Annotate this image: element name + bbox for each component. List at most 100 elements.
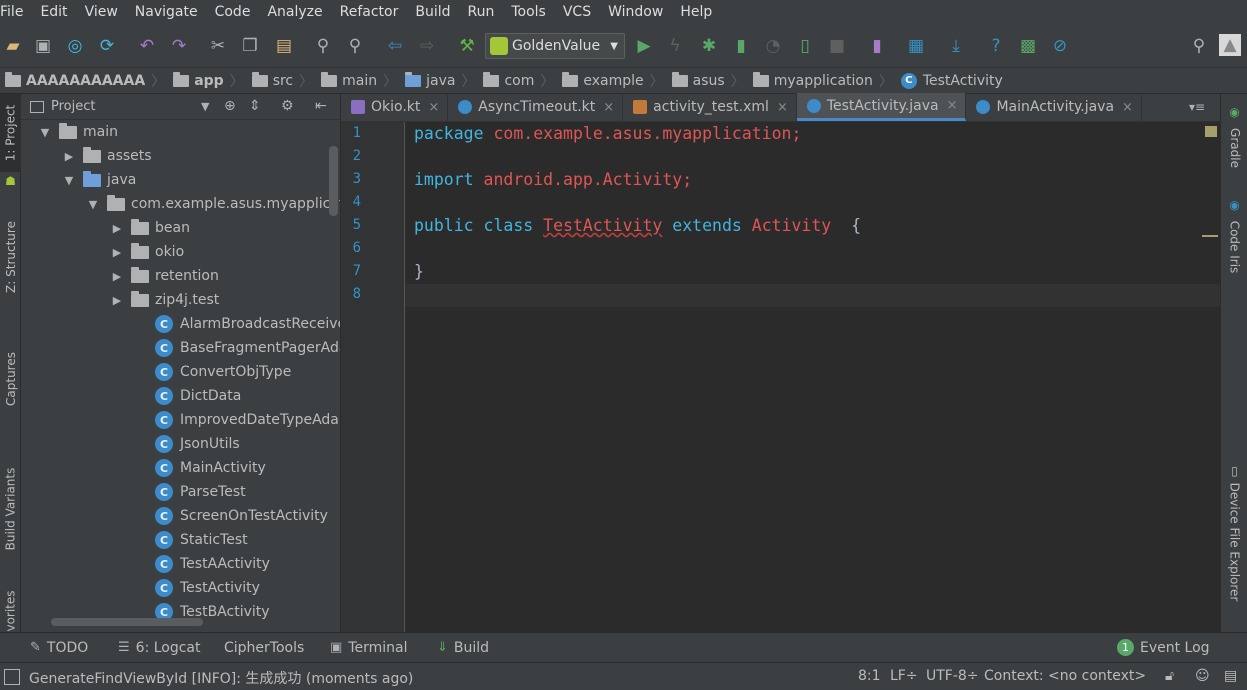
tree-folder-item[interactable]: ▶ okio — [21, 240, 184, 264]
status-message[interactable]: GenerateFindViewById [INFO]: 生成成功 (momen… — [29, 668, 413, 688]
tool-tab-structure[interactable]: Z: Structure — [0, 212, 21, 302]
inspection-status-icon[interactable] — [1205, 126, 1217, 137]
menu-navigate[interactable]: Navigate — [135, 4, 198, 20]
refresh-icon[interactable]: ⟳ — [95, 34, 119, 58]
chevron-right-icon[interactable]: ▶ — [111, 270, 123, 283]
avd-manager-icon[interactable]: ▮ — [865, 34, 889, 58]
tree-class-item[interactable]: C ConvertObjType — [21, 360, 291, 384]
close-icon[interactable]: × — [777, 100, 788, 115]
menu-code[interactable]: Code — [215, 4, 251, 20]
lock-icon[interactable]: 🔓︎ — [1165, 668, 1174, 684]
menu-build[interactable]: Build — [415, 4, 450, 20]
breadcrumb-com[interactable]: com 〉 — [483, 71, 562, 91]
chevron-right-icon[interactable]: ▶ — [63, 150, 75, 163]
open-folder-icon[interactable]: ▰ — [1, 34, 25, 58]
breadcrumb-asus[interactable]: asus 〉 — [671, 71, 753, 91]
tree-class-item[interactable]: C TestAActivity — [21, 552, 270, 576]
code-editor[interactable]: 1 2 3 4 5 6 7 8 package com.example.asus… — [341, 122, 1220, 632]
run-icon[interactable]: ▶ — [632, 34, 656, 58]
tab-asynctimeout-kt[interactable]: AsyncTimeout.kt × — [448, 93, 624, 121]
avatar-icon[interactable]: ▲ — [1219, 34, 1241, 56]
menu-edit[interactable]: Edit — [40, 4, 67, 20]
menu-vcs[interactable]: VCS — [563, 4, 591, 20]
inspector-icon[interactable]: ☺ — [1195, 668, 1210, 684]
breadcrumb-testactivity[interactable]: C TestActivity — [900, 72, 1003, 89]
gear-icon[interactable]: ⚙ — [281, 98, 294, 114]
menu-view[interactable]: View — [85, 4, 118, 20]
run-device-icon[interactable]: ▯ — [793, 34, 817, 58]
close-icon[interactable]: × — [428, 100, 439, 115]
menu-help[interactable]: Help — [680, 4, 712, 20]
sdk-manager-icon[interactable]: ⤓ — [944, 34, 968, 58]
cut-icon[interactable]: ✂ — [206, 34, 230, 58]
copy-icon[interactable]: ❐ — [238, 34, 262, 58]
tool-tab-device-file-explorer[interactable]: Device File Explorer — [1221, 482, 1247, 602]
tree-folder-item[interactable]: ▶ zip4j.test — [21, 288, 219, 312]
close-icon[interactable]: × — [603, 100, 614, 115]
tab-activity-test-xml[interactable]: activity_test.xml × — [623, 93, 797, 121]
apply-changes-icon[interactable]: ϟ — [663, 34, 687, 58]
menu-analyze[interactable]: Analyze — [267, 4, 322, 20]
scrollbar-vertical[interactable] — [329, 146, 338, 216]
paste-icon[interactable]: ▤ — [272, 34, 296, 58]
error-stripe-mark[interactable] — [1202, 235, 1218, 237]
menu-refactor[interactable]: Refactor — [340, 4, 399, 20]
tree-folder-item[interactable]: ▶ assets — [21, 144, 152, 168]
forward-icon[interactable]: ⇨ — [415, 34, 439, 58]
chevron-right-icon[interactable]: ▶ — [111, 222, 123, 235]
context-indicator[interactable]: Context: <no context> — [984, 668, 1146, 684]
run-config-select[interactable]: GoldenValue ▼ — [485, 33, 625, 59]
tab-testactivity-java[interactable]: TestActivity.java × — [796, 93, 967, 121]
locate-icon[interactable]: ⊕ — [224, 98, 236, 114]
breadcrumb-java[interactable]: java 〉 — [405, 71, 483, 91]
close-icon[interactable]: × — [947, 98, 958, 113]
tree-class-item[interactable]: C DictData — [21, 384, 241, 408]
build-hammer-icon[interactable]: ⚒ — [455, 34, 479, 58]
caret-position[interactable]: 8:1 — [858, 668, 881, 684]
tree-class-item[interactable]: C ImprovedDateTypeAdapte — [21, 408, 340, 432]
project-structure-icon[interactable]: ▦ — [904, 34, 928, 58]
tree-folder-item[interactable]: ▼ main — [21, 120, 118, 144]
tree-class-item[interactable]: C ParseTest — [21, 480, 246, 504]
line-separator[interactable]: LF÷ — [890, 668, 918, 684]
breadcrumb-src[interactable]: src 〉 — [251, 71, 321, 91]
notifications-icon[interactable]: ▤ — [1224, 668, 1237, 684]
stop-icon[interactable]: ■ — [825, 34, 849, 58]
tree-class-item[interactable]: C JsonUtils — [21, 432, 240, 456]
tool-logcat[interactable]: ☰ 6: Logcat — [118, 640, 201, 656]
tool-windows-toggle-icon[interactable] — [4, 669, 20, 685]
breadcrumb-project[interactable]: AAAAAAAAAAA 〉 — [5, 71, 173, 91]
tree-folder-item[interactable]: ▶ retention — [21, 264, 219, 288]
menu-run[interactable]: Run — [468, 4, 495, 20]
find-icon[interactable]: ⚲ — [311, 34, 335, 58]
close-icon[interactable]: × — [1122, 100, 1133, 115]
search-everywhere-icon[interactable]: ⚲ — [1187, 34, 1211, 58]
profile-icon[interactable]: ▮ — [729, 34, 753, 58]
tree-class-item[interactable]: C BaseFragmentPagerAdapte — [21, 336, 340, 360]
no-entry-icon[interactable]: ⊘ — [1048, 34, 1072, 58]
tool-ciphertools[interactable]: CipherTools — [224, 640, 304, 656]
debug-icon[interactable]: ✱ — [697, 34, 721, 58]
chevron-right-icon[interactable]: ▶ — [111, 294, 123, 307]
breadcrumb-app[interactable]: app 〉 — [173, 71, 252, 91]
breadcrumb-myapplication[interactable]: myapplication 〉 — [752, 71, 901, 91]
chevron-down-icon[interactable]: ▼ — [63, 174, 75, 187]
tab-okio-kt[interactable]: Okio.kt × — [341, 93, 449, 121]
tool-tab-favorites[interactable]: vorites — [0, 589, 21, 632]
tree-class-item[interactable]: C ScreenOnTestActivity — [21, 504, 328, 528]
tool-event-log[interactable]: 1 Event Log — [1117, 639, 1210, 656]
menu-file[interactable]: File — [0, 4, 23, 20]
back-icon[interactable]: ⇦ — [383, 34, 407, 58]
tabs-menu-icon[interactable]: ▾≡ — [1189, 100, 1205, 114]
chevron-down-icon[interactable]: ▼ — [201, 100, 209, 113]
hide-panel-icon[interactable]: ⇤ — [315, 98, 327, 114]
attach-debugger-icon[interactable]: ◔ — [761, 34, 785, 58]
tool-tab-captures[interactable]: Captures — [0, 339, 21, 419]
menu-tools[interactable]: Tools — [511, 4, 546, 20]
monitor-icon[interactable]: ▩ — [1016, 34, 1040, 58]
breadcrumb-example[interactable]: example 〉 — [562, 71, 671, 91]
tree-class-item[interactable]: C TestActivity — [21, 576, 260, 600]
tree-folder-item[interactable]: ▶ bean — [21, 216, 190, 240]
redo-icon[interactable]: ↷ — [167, 34, 191, 58]
menu-window[interactable]: Window — [608, 4, 663, 20]
